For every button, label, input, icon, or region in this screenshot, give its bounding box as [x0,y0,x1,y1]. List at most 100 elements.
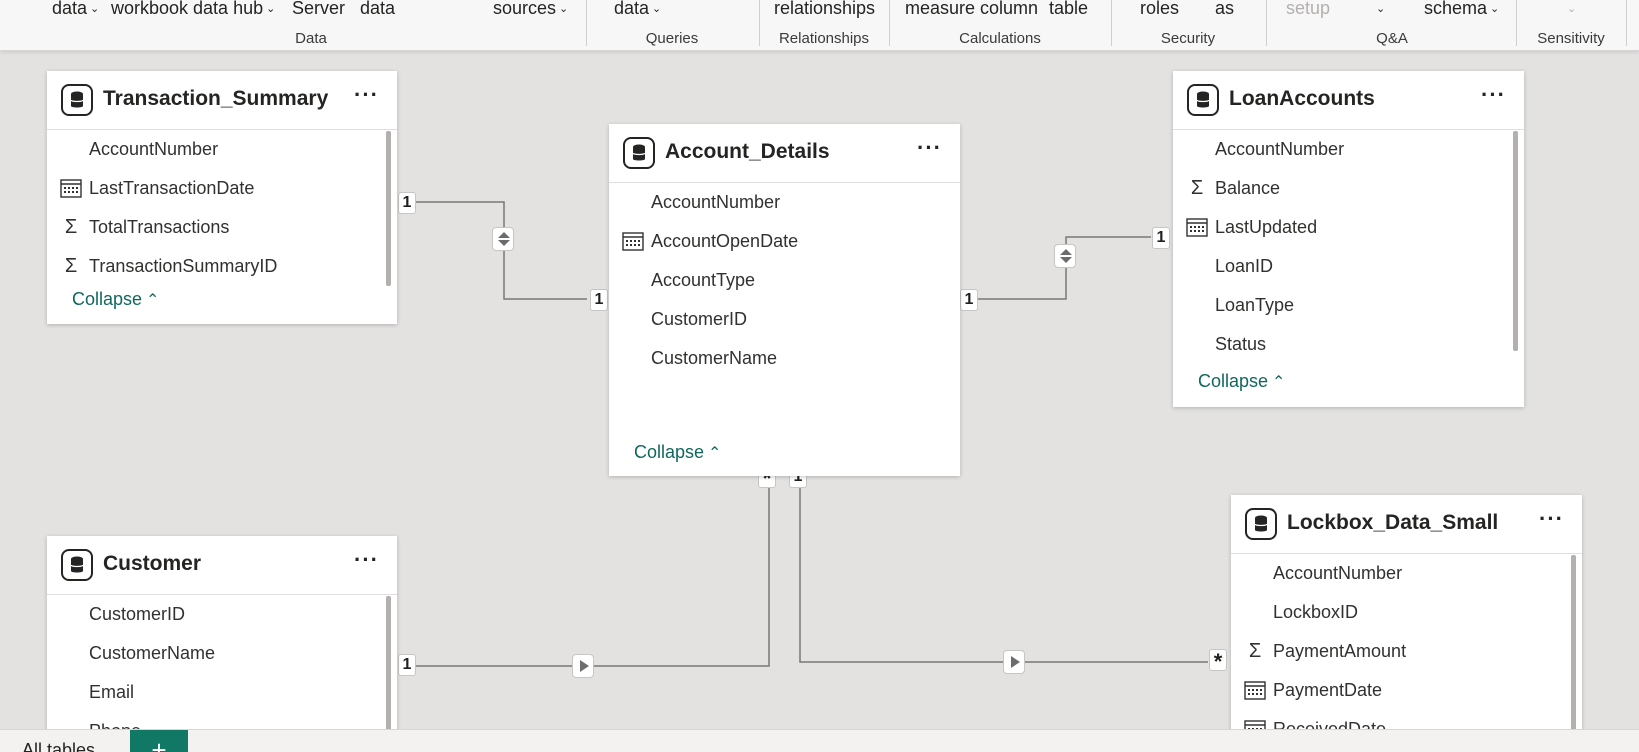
table-card-lockbox-data-small[interactable]: Lockbox_Data_Small ··· AccountNumber Loc… [1231,495,1582,736]
more-options-icon[interactable]: ··· [1481,84,1506,106]
more-options-icon[interactable]: ··· [354,84,379,106]
chevron-up-icon: ⌃ [708,445,722,462]
table-database-icon [1245,508,1277,540]
table-header[interactable]: Transaction_Summary ··· [47,71,397,130]
more-options-icon[interactable]: ··· [917,137,942,159]
both-direction-filter-icon[interactable] [1054,244,1076,268]
field-list: AccountNumber LastTransactionDate Σ Total… [47,130,397,286]
group-label-security: Security [1160,30,1216,47]
table-card-account-details[interactable]: Account_Details ··· AccountNumber Accoun… [609,124,960,476]
table-name: Account_Details [665,140,830,163]
qa-dropdown-button[interactable]: ⌄ [1373,0,1385,21]
group-label-calculations: Calculations [959,30,1041,47]
ribbon: data ⌄ workbook data hub ⌄ Server data sou… [0,0,1639,51]
new-measure-column-button[interactable]: measure column [905,0,1038,20]
table-header[interactable]: LoanAccounts ··· [1173,71,1524,130]
chevron-down-icon: ⌄ [1567,3,1577,15]
field-item[interactable]: CustomerID [47,595,397,634]
field-item[interactable]: LoanID [1173,247,1524,286]
table-card-customer[interactable]: Customer ··· CustomerID CustomerName Ema… [47,536,397,736]
single-direction-filter-icon[interactable] [1003,650,1025,674]
view-as-button[interactable]: as [1215,0,1234,20]
field-item[interactable]: Σ TotalTransactions [47,208,397,247]
field-item[interactable]: CustomerName [47,634,397,673]
ribbon-divider [889,0,890,46]
field-item[interactable]: CustomerName [609,339,960,378]
chevron-down-icon: ⌄ [90,3,100,15]
ribbon-divider [1516,0,1517,46]
table-header[interactable]: Customer ··· [47,536,397,595]
table-card-loan-accounts[interactable]: LoanAccounts ··· AccountNumber Σ Balance … [1173,71,1524,407]
workbook-data-hub-button[interactable]: workbook data hub ⌄ [111,0,275,21]
sql-server-button[interactable]: Server [292,0,345,20]
scrollbar[interactable] [386,596,391,736]
field-item[interactable]: AccountNumber [1173,130,1524,169]
table-card-transaction-summary[interactable]: Transaction_Summary ··· AccountNumber La… [47,71,397,324]
field-item[interactable]: CustomerID [609,300,960,339]
collapse-button[interactable]: Collapse ⌃ [72,289,159,310]
relationship-line-account-lockbox [799,487,1208,663]
field-item[interactable]: Σ TransactionSummaryID [47,247,397,286]
table-database-icon [61,84,93,116]
field-list: AccountNumber Σ Balance LastUpdated LoanI… [1173,130,1524,364]
add-layout-button[interactable]: + [130,730,188,752]
table-header[interactable]: Account_Details ··· [609,124,960,183]
table-database-icon [61,549,93,581]
scrollbar[interactable] [386,131,391,286]
collapse-button[interactable]: Collapse ⌃ [1198,371,1285,392]
ribbon-divider [1626,0,1627,46]
get-data-button[interactable]: data ⌄ [52,0,99,21]
model-canvas[interactable]: 1 1 1 1 * 1 1 * Transaction_Summary ··· … [0,51,1639,736]
field-item[interactable]: AccountNumber [1231,554,1582,593]
group-label-sensitivity: Sensitivity [1537,30,1605,47]
linguistic-schema-button[interactable]: schema ⌄ [1424,0,1499,21]
field-item[interactable]: LoanType [1173,286,1524,325]
new-table-button[interactable]: table [1049,0,1088,20]
calendar-icon [621,222,645,261]
transform-data-button[interactable]: data ⌄ [614,0,661,21]
manage-roles-button[interactable]: roles [1140,0,1179,20]
relationship-line-customer-account [416,487,770,667]
field-item[interactable]: Email [47,673,397,712]
field-list: AccountNumber LockboxID Σ PaymentAmount P… [1231,554,1582,736]
calendar-icon [1243,671,1267,710]
chevron-down-icon: ⌄ [1376,3,1386,15]
field-item[interactable]: AccountType [609,261,960,300]
recent-sources-button[interactable]: sources ⌄ [493,0,568,21]
sigma-icon: Σ [1248,640,1262,662]
more-options-icon[interactable]: ··· [354,549,379,571]
manage-relationships-button[interactable]: relationships [774,0,875,20]
tab-all-tables[interactable]: All tables [22,730,95,752]
chevron-down-icon: ⌄ [559,3,569,15]
single-direction-filter-icon[interactable] [572,654,594,678]
collapse-button[interactable]: Collapse ⌃ [634,442,721,463]
field-item[interactable]: Status [1173,325,1524,364]
field-item[interactable]: LastTransactionDate [47,169,397,208]
cardinality-one-marker: 1 [398,192,416,214]
calendar-icon [59,169,83,208]
field-item[interactable]: LastUpdated [1173,208,1524,247]
field-item[interactable]: AccountOpenDate [609,222,960,261]
field-item[interactable]: AccountNumber [47,130,397,169]
field-list: CustomerID CustomerName Email Phone [47,595,397,736]
cardinality-one-marker: 1 [1152,227,1170,249]
field-item[interactable]: PaymentDate [1231,671,1582,710]
chevron-down-icon: ⌄ [1490,3,1500,15]
scrollbar[interactable] [1571,555,1576,736]
cardinality-one-marker: 1 [960,289,978,311]
field-item[interactable]: AccountNumber [609,183,960,222]
both-direction-filter-icon[interactable] [492,227,514,251]
group-label-qa: Q&A [1376,30,1408,47]
enter-data-button[interactable]: data [360,0,395,20]
field-item[interactable]: LockboxID [1231,593,1582,632]
qa-setup-button[interactable]: setup [1286,0,1330,20]
sensitivity-dropdown-button[interactable]: ⌄ [1564,0,1576,21]
table-database-icon [1187,84,1219,116]
scrollbar[interactable] [1513,131,1518,351]
table-name: LoanAccounts [1229,87,1375,110]
field-item[interactable]: Σ PaymentAmount [1231,632,1582,671]
table-header[interactable]: Lockbox_Data_Small ··· [1231,495,1582,554]
chevron-up-icon: ⌃ [1272,374,1286,391]
field-item[interactable]: Σ Balance [1173,169,1524,208]
more-options-icon[interactable]: ··· [1539,508,1564,530]
